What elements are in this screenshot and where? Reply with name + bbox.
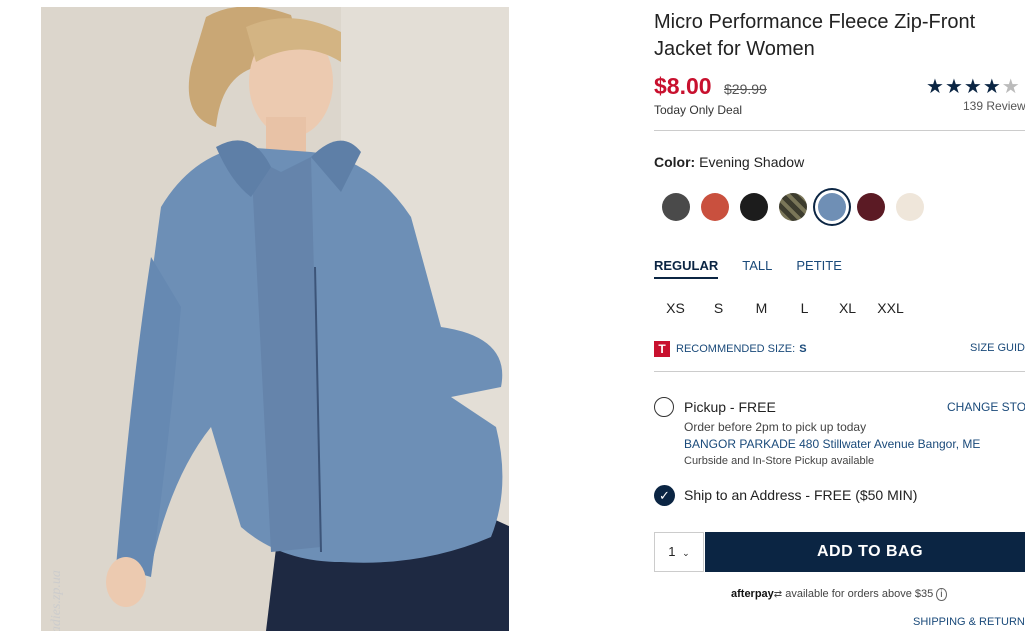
- color-label-row: Color: Evening Shadow: [654, 154, 804, 170]
- color-swatch-rust[interactable]: [701, 193, 729, 221]
- color-swatch-burgundy[interactable]: [857, 193, 885, 221]
- info-icon[interactable]: i: [936, 588, 947, 601]
- fit-tabs: REGULAR TALL PETITE: [654, 258, 842, 279]
- watermark: ladies.zp.ua: [49, 570, 64, 631]
- review-count[interactable]: 139 Reviews: [963, 99, 1025, 113]
- size-l[interactable]: L: [783, 300, 826, 316]
- color-swatch-cream[interactable]: [896, 193, 924, 221]
- svg-text:ladies.zp.ua: ladies.zp.ua: [49, 570, 64, 631]
- deal-label: Today Only Deal: [654, 103, 743, 117]
- quantity-select[interactable]: 1 ⌄: [654, 532, 704, 572]
- product-image[interactable]: ladies.zp.ua: [41, 7, 509, 631]
- size-options: XS S M L XL XXL: [654, 300, 912, 316]
- color-value: Evening Shadow: [699, 154, 805, 170]
- ship-checkmark-icon[interactable]: ✓: [654, 485, 675, 506]
- star-empty-icon: ★: [1001, 76, 1021, 98]
- divider: [654, 130, 1025, 131]
- color-swatches: [662, 193, 924, 221]
- star-icon: ★: [944, 76, 964, 98]
- product-title: Micro Performance Fleece Zip-Front Jacke…: [654, 11, 976, 60]
- star-icon: ★: [982, 76, 1002, 98]
- product-photo-illustration: [41, 7, 509, 631]
- price-row: $8.00 $29.99: [654, 73, 767, 100]
- original-price: $29.99: [724, 81, 767, 97]
- afterpay-logo: afterpay: [731, 588, 774, 600]
- curbside-note: Curbside and In-Store Pickup available: [684, 455, 875, 467]
- product-info-panel: Micro Performance Fleece Zip-Front Jacke…: [654, 0, 1025, 634]
- add-to-bag-button[interactable]: ADD TO BAG: [705, 532, 1025, 572]
- color-label: Color:: [654, 154, 696, 170]
- afterpay-note: afterpay⇄ available for orders above $35…: [731, 588, 947, 601]
- store-link[interactable]: BANGOR PARKADE 480 Stillwater Avenue Ban…: [684, 437, 980, 451]
- divider: [654, 371, 1025, 372]
- tab-petite[interactable]: PETITE: [796, 258, 842, 279]
- shipping-returns-link[interactable]: SHIPPING & RETURNS: [913, 616, 1025, 628]
- color-swatch-black[interactable]: [740, 193, 768, 221]
- color-swatch-camo[interactable]: [779, 193, 807, 221]
- size-xxl[interactable]: XXL: [869, 300, 912, 316]
- tab-regular[interactable]: REGULAR: [654, 258, 719, 279]
- quantity-value: 1: [668, 544, 676, 559]
- size-m[interactable]: M: [740, 300, 783, 316]
- size-s[interactable]: S: [697, 300, 740, 316]
- star-icon: ★: [926, 76, 945, 98]
- pickup-label: Pickup - FREE: [684, 399, 776, 415]
- tab-tall[interactable]: TALL: [742, 258, 772, 279]
- pickup-time: Order before 2pm to pick up today: [684, 420, 867, 434]
- recommended-size-value: S: [799, 343, 807, 355]
- size-xs[interactable]: XS: [654, 300, 697, 316]
- star-icon: ★: [963, 76, 983, 98]
- recommended-size-label: RECOMMENDED SIZE:: [676, 343, 796, 355]
- size-guide-link[interactable]: SIZE GUIDE: [970, 342, 1025, 354]
- afterpay-arrows-icon: ⇄: [773, 589, 783, 600]
- sale-price: $8.00: [654, 73, 712, 99]
- change-store-link[interactable]: CHANGE STORE: [947, 400, 1025, 414]
- chevron-down-icon: ⌄: [682, 548, 690, 558]
- afterpay-text: available for orders above $35: [785, 588, 934, 600]
- color-swatch-dark-gray[interactable]: [662, 193, 690, 221]
- size-xl[interactable]: XL: [826, 300, 869, 316]
- true-fit-icon: T: [654, 341, 670, 357]
- ship-label: Ship to an Address - FREE ($50 MIN): [684, 487, 918, 503]
- pickup-radio[interactable]: [654, 397, 674, 417]
- rating-stars[interactable]: ★★★★★: [926, 74, 1021, 99]
- color-swatch-evening-shadow[interactable]: [818, 193, 846, 221]
- recommended-size[interactable]: T RECOMMENDED SIZE: S: [654, 341, 807, 357]
